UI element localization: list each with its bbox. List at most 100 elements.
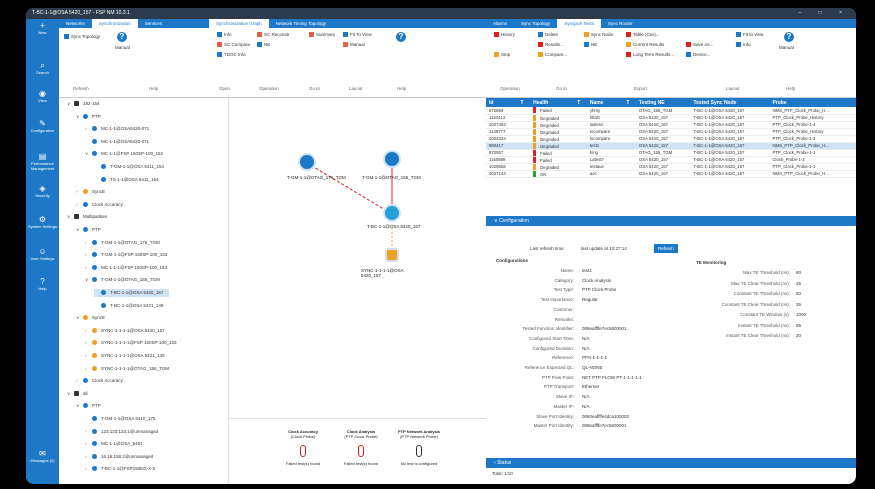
tree-caret-icon[interactable]: › <box>85 327 92 335</box>
help-icon[interactable]: ? <box>117 32 127 42</box>
ribbon-right-item-7[interactable]: NE <box>584 42 597 47</box>
tree-item[interactable]: › MC-1-1@OSA5420-071 <box>85 125 155 133</box>
tree-caret-icon[interactable]: ∨ <box>76 226 83 234</box>
table-row[interactable]: 1110413 Degraded fdtrdt OSA 5420_157 T-BC-1-… <box>486 114 856 122</box>
tree-item[interactable]: ∨ T-GM-1-1@OTAG_155_TGM <box>85 276 166 284</box>
tree-item[interactable]: T-BC-1-1@OSA 5420_157 <box>94 289 170 297</box>
tree-caret-icon[interactable]: ∨ <box>85 276 92 284</box>
ribbon-right-item-8[interactable]: Current Results <box>626 42 664 47</box>
tab-tabs_left-0[interactable]: Networks <box>59 19 92 28</box>
tree-item[interactable]: › 16.16.158.2@unmanaged <box>85 453 159 461</box>
table-row[interactable]: 1150888 Failed Latest7 OSA 5420_157 T-BC-1-1… <box>486 156 856 164</box>
nav-item-0[interactable]: + New <box>26 21 59 35</box>
tree-item[interactable]: ∨ PTP <box>76 113 107 121</box>
tree-caret-icon[interactable]: › <box>85 352 92 360</box>
tree-caret-icon[interactable]: › <box>76 377 83 385</box>
tab-tabs_mid-0[interactable]: Synchronization Graph <box>209 19 269 28</box>
probe-card[interactable]: Clock Analysis (PTP Clock Probe) Failed te… <box>331 429 391 466</box>
column-header[interactable]: T <box>623 98 636 107</box>
tree-item[interactable]: › SYNC-1-1-1-1@OSA 5420_157 <box>85 327 171 335</box>
tree-caret-icon[interactable]: ∨ <box>67 100 74 108</box>
tree-item[interactable]: ∨ SyncE <box>76 314 111 322</box>
nav-item-4[interactable]: ▤ Performance Management <box>26 152 59 171</box>
ribbon-right-item-2[interactable]: Sync Node <box>584 32 613 37</box>
ribbon-right-item-9[interactable]: Save As... <box>686 42 713 47</box>
tree-caret-icon[interactable]: ∨ <box>76 314 83 322</box>
refresh-button[interactable]: Refresh <box>654 244 678 253</box>
sync-topology-button[interactable]: Sync Topology <box>64 34 100 39</box>
ribbon-mid-item-6[interactable]: Fit To View <box>343 32 372 37</box>
ribbon-right-item-0[interactable]: History <box>494 32 515 37</box>
tree-caret-icon[interactable]: › <box>76 188 83 196</box>
nav-item-8[interactable]: ? Help <box>26 277 59 291</box>
nav-item-1[interactable]: ⌕ Search <box>26 61 59 75</box>
column-header[interactable]: Name <box>586 98 624 107</box>
ribbon-right-item-4[interactable]: Fit to view <box>736 32 763 37</box>
tree-caret-icon[interactable]: › <box>85 453 92 461</box>
tree-item[interactable]: › SYNC-1-1-1-1@FSP 150SP-100_153 <box>85 339 183 347</box>
nav-item-9[interactable]: ✉ Messages (0) <box>26 449 59 463</box>
ribbon-mid-item-7[interactable]: Manual <box>343 42 365 47</box>
tree-item[interactable]: › T-BC-1-1@FSP150EG-X-2 <box>85 465 161 473</box>
tree-caret-icon[interactable]: ∨ <box>76 113 83 121</box>
tree-item[interactable]: TS-1-1@OSA 5411_154 <box>94 176 165 184</box>
table-row[interactable]: 1027144 OK aoc OSA 5420_157 T-BC-1-1@OSA 542… <box>486 170 856 178</box>
tree-item[interactable]: › MC-1-1@OSA_5401 <box>85 440 149 448</box>
manual-button[interactable]: Manual <box>115 45 130 50</box>
graph-node-sync157[interactable] <box>385 248 399 262</box>
tree-item[interactable]: › SYNC-1-1-1-1@OSA 5421_149 <box>85 352 171 360</box>
column-header[interactable]: Testing NE <box>635 98 691 107</box>
tab-tabs_right-0[interactable]: Alarms <box>486 19 514 28</box>
tree-caret-icon[interactable]: ∨ <box>76 402 83 410</box>
tab-tabs_right-1[interactable]: Sync Topology <box>514 19 557 28</box>
column-header[interactable]: Health <box>530 98 575 107</box>
tree-caret-icon[interactable]: ∨ <box>67 213 74 221</box>
ribbon-right-item-1[interactable]: Delete <box>538 32 558 37</box>
ribbon-right-item-13[interactable]: Device... <box>686 52 711 57</box>
tree-item[interactable]: › SYNC-1-1-1-1@OTAG_155_TGM <box>85 365 175 373</box>
tree-item[interactable]: › T-GM-1-1@FSP 150SP-100_153 <box>85 251 173 259</box>
tree-caret-icon[interactable]: › <box>76 201 83 209</box>
table-row[interactable]: 1029558 Degraded testaue OSA 5420_157 T-BC-1… <box>486 163 856 171</box>
table-row[interactable]: 872557 Failed hing OTAG_155_TGM T-BC-1-1@OSA… <box>486 149 856 157</box>
tree-caret-icon[interactable]: › <box>85 239 92 247</box>
tree-caret-icon[interactable]: ∨ <box>67 390 74 398</box>
graph-node-gm176[interactable] <box>298 153 316 171</box>
tree-caret-icon[interactable]: › <box>85 465 92 473</box>
configuration-header[interactable]: ∨ Configuration <box>486 216 856 226</box>
nav-item-3[interactable]: ✎ Configuration <box>26 119 59 133</box>
column-header[interactable]: Tested Sync Node <box>690 98 770 107</box>
tree-item[interactable]: › MC-1-1-1@FSP 150SP-100_153 <box>85 264 173 272</box>
ribbon-right-item-3[interactable]: Table (Csv)... <box>626 32 660 37</box>
tree-item[interactable]: › Clock Accuracy <box>76 201 129 209</box>
table-row[interactable]: 960417 Degraded test1 OSA 5420_157 T-BC-1-1@… <box>486 142 856 150</box>
tree-item[interactable]: ∨ PTP <box>76 226 107 234</box>
nav-item-7[interactable]: ☺ User Settings <box>26 247 59 261</box>
tree-item[interactable]: T-GM-1-1@OSA 5410_175 <box>85 415 161 423</box>
tree-item[interactable]: ∨ PTP <box>76 402 107 410</box>
tree-item[interactable]: ∨ all <box>67 390 94 398</box>
ribbon-mid-item-3[interactable]: SC Reconstr <box>257 32 290 37</box>
tree-caret-icon[interactable]: › <box>85 264 92 272</box>
table-row[interactable]: 1027452 Degraded lasless OSA 5420_157 T-BC-1… <box>486 121 856 129</box>
graph-node-bc157[interactable] <box>383 204 401 222</box>
ribbon-mid-item-0[interactable]: Info <box>217 32 232 37</box>
tree-item[interactable]: › T-GM-1-1@OTAG_176_TGM <box>85 239 166 247</box>
window-controls[interactable]: – □ × <box>799 8 851 19</box>
tab-tabs_right-2[interactable]: Syncjack Tests <box>557 19 601 28</box>
tree-item[interactable]: › SyncE <box>76 188 111 196</box>
column-header[interactable]: Probe <box>769 98 856 107</box>
nav-item-5[interactable]: ◈ Security <box>26 184 59 198</box>
tree-item[interactable]: › 123.123.123.1@unmanaged <box>85 428 164 436</box>
tree-caret-icon[interactable]: › <box>85 440 92 448</box>
tree-item[interactable]: › Clock Accuracy <box>76 377 129 385</box>
tab-tabs_left-2[interactable]: Services <box>138 19 169 28</box>
tree-caret-icon[interactable]: › <box>85 251 92 259</box>
tree-item[interactable]: ∨ MC-1-1@FSP 150SP-100_152 <box>85 150 169 158</box>
tab-tabs_right-3[interactable]: Sync Router <box>601 19 640 28</box>
status-header[interactable]: › Status <box>486 458 856 468</box>
tab-tabs_mid-1[interactable]: Network Timing Topology <box>269 19 333 28</box>
tree-caret-icon[interactable]: › <box>85 365 92 373</box>
ribbon-mid-item-5[interactable]: Summary <box>309 32 335 37</box>
tree-caret-icon[interactable]: ∨ <box>85 150 92 158</box>
